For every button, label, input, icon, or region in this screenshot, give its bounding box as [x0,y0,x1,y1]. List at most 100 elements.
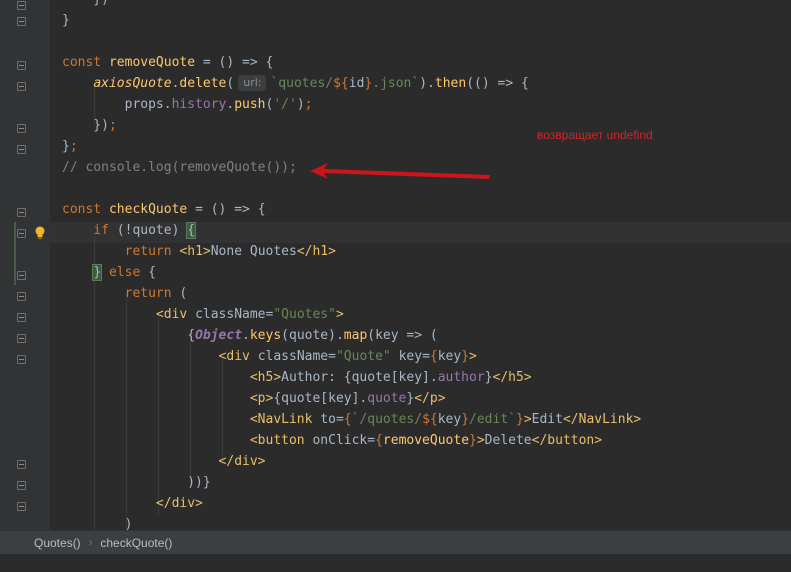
code-token: const [62,55,109,70]
code-token: onClick= [312,433,376,448]
code-token: > [523,412,532,427]
code-token: (key => ( [367,328,438,343]
fold-marker-icon[interactable] [17,124,26,133]
fold-marker-icon[interactable] [17,17,26,26]
code-token: </p> [414,391,446,406]
fold-marker-icon[interactable] [17,460,26,469]
code-line[interactable]: </div> [62,493,203,514]
code-line[interactable]: <NavLink to={`/quotes/${key}/edit`}>Edit… [62,409,641,430]
code-token: <div [218,349,258,364]
code-token: > [476,433,485,448]
code-token: .json` [372,76,420,91]
fold-marker-icon[interactable] [17,355,26,364]
code-token: ))} [62,475,211,490]
code-token: `/quotes/ [351,412,423,427]
fold-marker-icon[interactable] [17,502,26,511]
code-token: }) [62,0,109,7]
annotation-text: возвращает undefind [537,128,653,142]
breadcrumb-item-checkquote[interactable]: checkQuote() [92,536,180,550]
code-line[interactable]: }); [62,115,117,136]
code-editor[interactable]: })} const removeQuote = () => { axiosQuot… [50,0,791,530]
code-token: (() => { [466,76,529,91]
code-token: } [484,370,493,385]
code-token: history [171,97,227,112]
lightbulb-icon[interactable] [34,225,46,244]
code-line[interactable]: ) [62,514,133,530]
code-token: (quote). [281,328,344,343]
fold-marker-icon[interactable] [17,292,26,301]
code-line[interactable]: </div> [62,451,266,472]
code-token: <button [249,433,313,448]
code-token: { [186,222,197,239]
code-token: <p> [249,391,274,406]
code-token: id [348,76,365,91]
code-line[interactable]: const removeQuote = () => { [62,52,273,73]
code-token: then [434,76,467,91]
code-token: checkQuote [108,202,188,217]
code-line[interactable]: <button onClick={removeQuote}>Delete</bu… [62,430,602,451]
code-line[interactable]: } [62,10,70,31]
code-token: key [437,349,462,364]
breadcrumb-item-quotes[interactable]: Quotes() [0,536,89,550]
code-line[interactable]: props.history.push('/'); [62,94,313,115]
fold-marker-icon[interactable] [17,145,26,154]
code-token: if [93,223,117,238]
code-line[interactable]: <div className="Quotes"> [62,304,344,325]
code-token: return [124,286,180,301]
code-line[interactable]: axiosQuote.delete(url: `quotes/${id}.json… [62,73,529,94]
code-token: props. [62,97,172,112]
code-token: . [242,328,250,343]
code-line[interactable]: const checkQuote = () => { [62,199,266,220]
code-token: } [516,412,524,427]
code-token: } [461,412,470,427]
fold-marker-icon[interactable] [17,208,26,217]
code-token: className= [195,307,274,322]
code-token: { [429,349,438,364]
code-token: ). [419,76,435,91]
code-token: (!quote) [116,223,188,238]
code-token: <NavLink [249,412,321,427]
code-token: </div> [155,496,203,511]
code-line[interactable]: ))} [62,472,211,493]
code-line[interactable]: {Object.keys(quote).map(key => ( [62,325,438,346]
code-token: quote [367,391,407,406]
fold-marker-icon[interactable] [17,61,26,70]
code-line[interactable]: }; [62,136,78,157]
code-token: className= [257,349,336,364]
code-token: } [469,433,477,448]
code-token: { [148,265,156,280]
code-line[interactable]: return ( [62,283,188,304]
code-token: > [335,307,344,322]
fold-marker-icon[interactable] [17,271,26,280]
code-token: else [108,265,149,280]
code-line[interactable]: return <h1>None Quotes</h1> [62,241,336,262]
code-line[interactable]: }) [62,0,109,10]
editor-gutter [0,0,50,530]
code-line[interactable]: <h5>Author: {quote[key].author}</h5> [62,367,532,388]
code-line[interactable]: // console.log(removeQuote()); [62,157,297,178]
fold-marker-icon[interactable] [17,229,26,238]
code-line[interactable]: <p>{quote[key].quote}</p> [62,388,446,409]
code-token: } [62,13,70,28]
fold-marker-icon[interactable] [17,82,26,91]
code-token: ; [69,139,78,154]
code-line[interactable]: if (!quote) { [62,220,197,241]
code-token: </div> [218,454,266,469]
code-token: { [62,328,196,343]
fold-marker-icon[interactable] [17,481,26,490]
red-arrow-icon [310,163,490,179]
fold-marker-icon[interactable] [17,313,26,322]
fold-marker-icon[interactable] [17,1,26,10]
code-token: key [437,412,462,427]
code-token: ${ [333,76,349,91]
code-token: { [375,433,383,448]
code-line[interactable]: } else { [62,262,156,283]
code-line[interactable]: <div className="Quote" key={key}> [62,346,477,367]
fold-marker-icon[interactable] [17,334,26,343]
